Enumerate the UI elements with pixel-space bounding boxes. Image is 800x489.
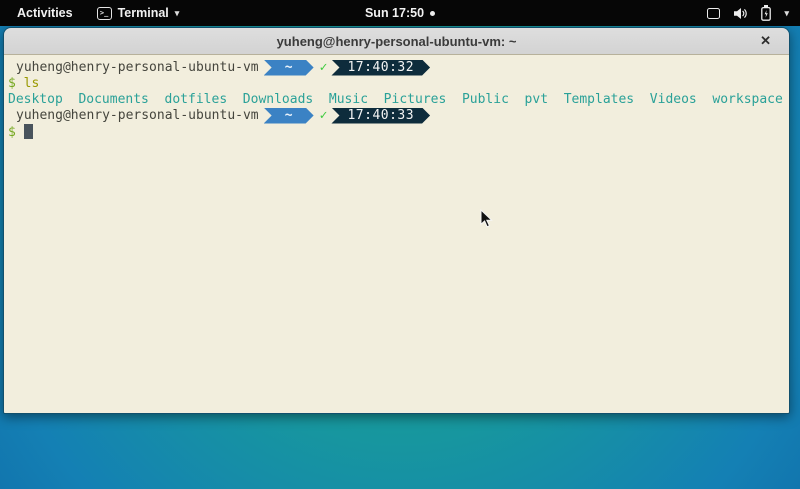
clock-button[interactable]: Sun 17:50 — [0, 6, 800, 20]
command-text: ls — [24, 76, 40, 91]
chevron-down-icon: ▾ — [784, 9, 789, 18]
volume-icon — [733, 7, 748, 20]
titlebar[interactable]: yuheng@henry-personal-ubuntu-vm: ~ ✕ — [4, 28, 789, 55]
check-icon: ✓ — [320, 60, 328, 76]
cwd-segment: ~ — [264, 108, 314, 124]
time-segment: 17:40:33 — [331, 108, 430, 124]
ls-output-line: Desktop Documents dotfiles Downloads Mus… — [8, 92, 789, 108]
window-title: yuheng@henry-personal-ubuntu-vm: ~ — [277, 34, 517, 49]
command-line: $ ls — [8, 76, 789, 92]
system-status-area[interactable]: ▾ — [707, 5, 800, 21]
battery-charging-icon — [761, 5, 771, 21]
terminal-content[interactable]: yuheng@henry-personal-ubuntu-vm ~ ✓ 17:4… — [4, 55, 789, 413]
clock-label: Sun 17:50 — [365, 6, 424, 20]
close-button[interactable]: ✕ — [760, 28, 771, 54]
cwd-segment: ~ — [264, 60, 314, 76]
time-segment: 17:40:32 — [331, 60, 430, 76]
shell-prompt-symbol: $ — [8, 76, 16, 91]
display-icon — [707, 8, 720, 19]
terminal-window: yuheng@henry-personal-ubuntu-vm: ~ ✕ yuh… — [3, 27, 790, 414]
close-icon: ✕ — [760, 33, 771, 49]
terminal-cursor — [24, 124, 33, 139]
shell-prompt-symbol: $ — [8, 125, 16, 140]
notification-dot-icon — [430, 11, 435, 16]
prompt-user-host: yuheng@henry-personal-ubuntu-vm — [8, 108, 259, 124]
current-command-line: $ — [8, 124, 789, 141]
prompt-line: yuheng@henry-personal-ubuntu-vm ~ ✓ 17:4… — [8, 107, 789, 124]
top-bar: Activities >_ Terminal ▾ Sun 17:50 ▾ — [0, 0, 800, 26]
prompt-line: yuheng@henry-personal-ubuntu-vm ~ ✓ 17:4… — [8, 59, 789, 76]
check-icon: ✓ — [320, 108, 328, 124]
prompt-user-host: yuheng@henry-personal-ubuntu-vm — [8, 60, 259, 76]
mouse-cursor-icon — [480, 209, 493, 228]
